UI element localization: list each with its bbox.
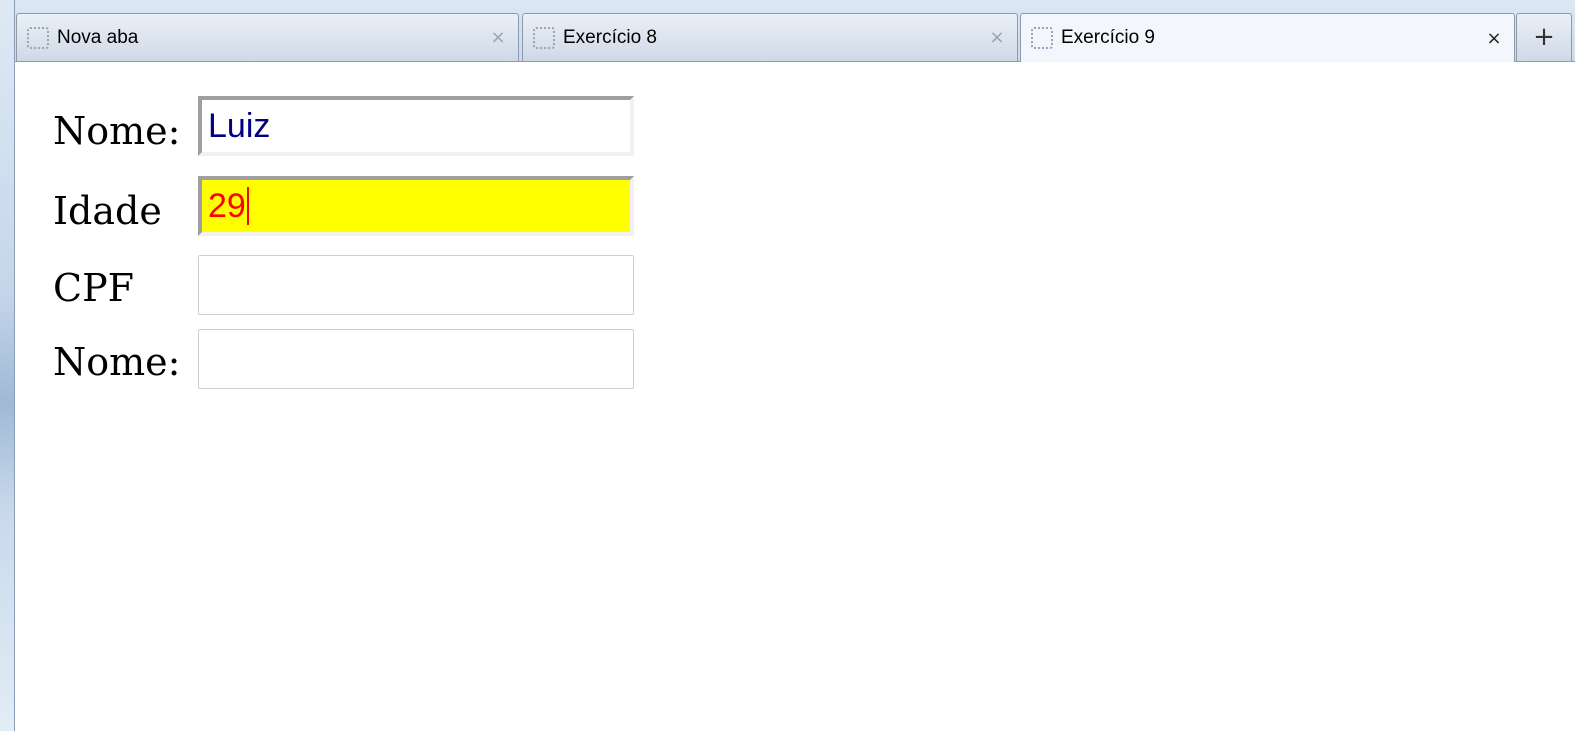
idade-input-value: 29 xyxy=(208,186,246,225)
page-content: Nome: Luiz Idade 29 CPF Nome: xyxy=(15,63,1575,731)
nome2-label: Nome: xyxy=(53,340,181,384)
tab-title: Exercício 9 xyxy=(1061,27,1155,48)
tab-exercicio-8[interactable]: Exercício 8 × xyxy=(522,13,1018,61)
page-placeholder-icon xyxy=(27,26,49,49)
browser-window: Nova aba × Exercício 8 × Exercício 9 × +… xyxy=(0,0,1575,731)
tab-exercicio-9[interactable]: Exercício 9 × xyxy=(1020,13,1515,62)
nome-input[interactable]: Luiz xyxy=(198,96,634,156)
tab-strip: Nova aba × Exercício 8 × Exercício 9 × + xyxy=(15,0,1575,62)
close-tab-icon[interactable]: × xyxy=(486,27,510,48)
tab-title: Exercício 8 xyxy=(563,26,657,48)
form-row-idade: Idade 29 xyxy=(53,176,653,242)
page-placeholder-icon xyxy=(533,26,555,49)
new-tab-button[interactable]: + xyxy=(1516,13,1572,61)
nome-input-value: Luiz xyxy=(208,106,271,145)
tab-title: Nova aba xyxy=(57,26,139,48)
form-row-nome: Nome: Luiz xyxy=(53,96,653,162)
form-row-nome-2: Nome: xyxy=(53,329,653,395)
form-row-cpf: CPF xyxy=(53,255,653,321)
close-tab-icon[interactable]: × xyxy=(1482,28,1506,49)
page-placeholder-icon xyxy=(1031,27,1053,49)
close-tab-icon[interactable]: × xyxy=(985,27,1009,48)
cpf-input[interactable] xyxy=(198,255,634,315)
text-caret xyxy=(246,187,249,225)
tab-nova-aba[interactable]: Nova aba × xyxy=(16,13,519,61)
window-left-frame xyxy=(0,0,15,731)
idade-label: Idade xyxy=(53,189,162,233)
nome-label: Nome: xyxy=(53,109,181,153)
cpf-label: CPF xyxy=(53,266,135,310)
nome2-input[interactable] xyxy=(198,329,634,389)
idade-input[interactable]: 29 xyxy=(198,176,634,236)
